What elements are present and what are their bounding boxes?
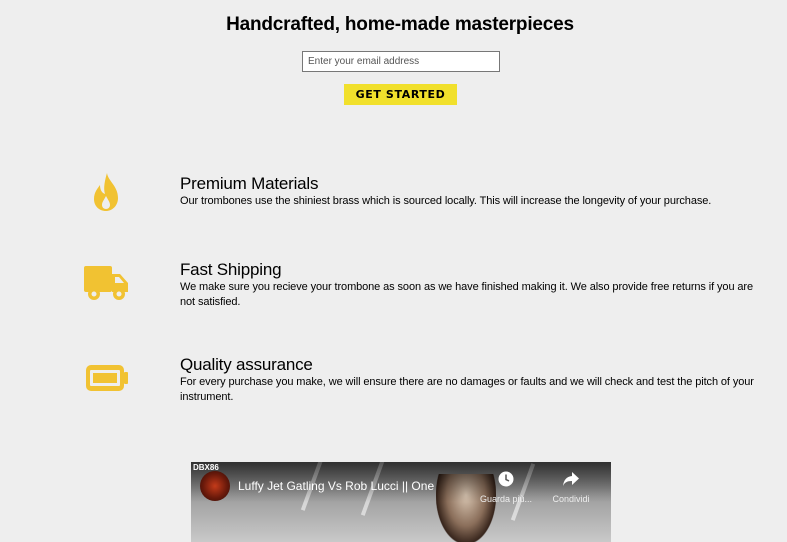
battery-icon	[86, 365, 128, 391]
feature-title: Quality assurance	[180, 355, 313, 374]
share-label: Condividi	[552, 494, 590, 504]
video-embed[interactable]: DBX86 Luffy Jet Gatling Vs Rob Lucci || …	[191, 462, 611, 542]
fire-icon	[94, 173, 118, 211]
video-title[interactable]: Luffy Jet Gatling Vs Rob Lucci || One	[238, 479, 434, 493]
truck-icon	[84, 266, 128, 300]
get-started-button[interactable]: GET STARTED	[344, 84, 457, 105]
feature-description: Our trombones use the shiniest brass whi…	[180, 195, 712, 207]
feature-title: Fast Shipping	[180, 260, 282, 279]
email-input[interactable]	[302, 51, 500, 72]
channel-avatar[interactable]	[200, 471, 230, 501]
page-title: Handcrafted, home-made masterpieces	[226, 14, 574, 35]
watch-later-button[interactable]: Guarda più...	[476, 471, 536, 504]
share-icon	[563, 472, 579, 486]
watch-later-label: Guarda più...	[479, 494, 533, 504]
feature-description: For every purchase you make, we will ens…	[180, 376, 754, 403]
feature-description: We make sure you recieve your trombone a…	[180, 281, 754, 308]
feature-title: Premium Materials	[180, 174, 319, 193]
clock-icon	[498, 471, 514, 487]
share-button[interactable]: Condividi	[541, 471, 601, 504]
